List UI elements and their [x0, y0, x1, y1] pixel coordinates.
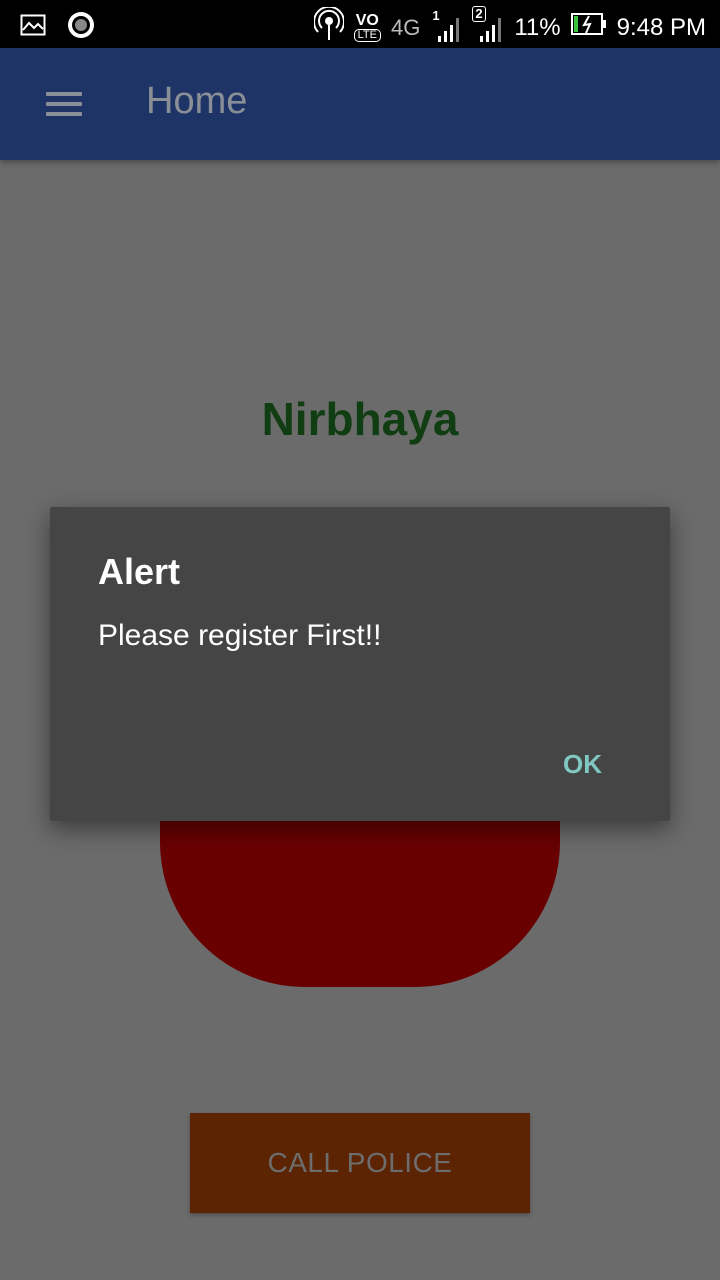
gallery-icon [20, 14, 46, 40]
status-left-icons [20, 10, 96, 44]
signal-sim1-icon: 1 [430, 8, 462, 44]
clock: 9:48 PM [616, 13, 706, 41]
hamburger-menu-icon[interactable] [36, 84, 92, 124]
volte-label: VO [355, 12, 379, 29]
battery-charging-icon [570, 12, 607, 43]
app-bar-title: Home [146, 80, 248, 122]
volte-icon: VO LTE [353, 12, 381, 42]
hotspot-icon [312, 5, 345, 48]
status-right-icons: VO LTE 4G 1 2 11% 9:48 PM [312, 5, 706, 48]
signal-sim2-icon: 2 [472, 5, 504, 44]
call-police-button[interactable]: CALL POLICE [190, 1113, 530, 1213]
lte-label: LTE [353, 29, 381, 42]
record-icon [66, 10, 96, 44]
dialog-message: Please register First!! [98, 619, 382, 652]
app-bar: Home [0, 48, 720, 160]
ok-button[interactable]: OK [545, 743, 620, 786]
alert-dialog: Alert Please register First!! OK [50, 507, 670, 821]
battery-percent: 11% [514, 13, 561, 41]
network-type-label: 4G [390, 14, 421, 40]
status-bar: VO LTE 4G 1 2 11% 9:48 PM [0, 0, 720, 48]
dialog-title: Alert [98, 551, 181, 592]
brand-title: Nirbhaya [261, 393, 459, 445]
